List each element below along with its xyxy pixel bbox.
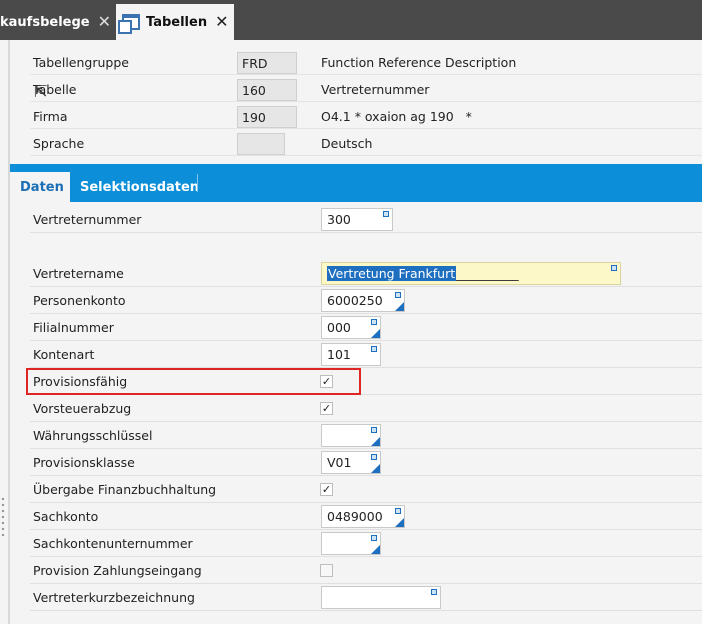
row-provision-zahlungseingang: Provision Zahlungseingang	[30, 557, 702, 584]
row-vertretername: Vertretername Vertretung Frankfurt______…	[30, 260, 702, 287]
tab-label: Selektionsdaten	[80, 179, 200, 195]
field-fill: __________	[456, 266, 519, 281]
row-filialnummer: Filialnummer 000	[30, 314, 702, 341]
sprache-description: Deutsch	[321, 136, 373, 151]
tabelle-value: 160	[237, 79, 297, 101]
provisionsfaehig-checkbox[interactable]: ✓	[320, 375, 333, 388]
row-provisionsfaehig: Provisionsfähig ✓	[30, 368, 702, 395]
close-icon[interactable]: ✕	[98, 14, 111, 30]
close-icon[interactable]: ✕	[215, 14, 228, 30]
vertretername-input[interactable]: Vertretung Frankfurt__________	[321, 262, 621, 285]
row-sachkonto: Sachkonto 0489000	[30, 503, 702, 530]
field-label: Sprache	[33, 136, 85, 151]
field-label: Vertreterkurzbezeichnung	[33, 590, 195, 605]
row-uebergabe-finanzbuchhaltung: Übergabe Finanzbuchhaltung ✓	[30, 476, 702, 503]
lookup-corner-icon[interactable]	[371, 329, 380, 338]
header-row-tabelle: Tabelle 160 Vertreternummer	[30, 75, 702, 102]
sprache-value	[237, 133, 285, 155]
lookup-corner-icon[interactable]	[371, 545, 380, 554]
provision-zahlungseingang-checkbox[interactable]	[320, 564, 333, 577]
field-label: Firma	[33, 109, 68, 124]
field-label: Tabellengruppe	[33, 55, 129, 70]
tab-label: kaufsbelege	[0, 14, 90, 30]
provisionsklasse-input[interactable]: V01	[321, 451, 381, 474]
uebergabe-checkbox[interactable]: ✓	[320, 483, 333, 496]
tab-kaufsbelege[interactable]: kaufsbelege ✕	[0, 4, 112, 40]
vertreterkurzbezeichnung-input[interactable]	[321, 586, 441, 609]
sachkonto-input[interactable]: 0489000	[321, 505, 405, 528]
row-sachkontenunternummer: Sachkontenunternummer	[30, 530, 702, 557]
field-label: Währungsschlüssel	[33, 428, 153, 443]
field-marker-icon	[611, 265, 617, 271]
row-vertreterkurzbezeichnung: Vertreterkurzbezeichnung	[30, 584, 702, 611]
lookup-corner-icon[interactable]	[395, 302, 404, 311]
field-label: Sachkontenunternummer	[33, 536, 193, 551]
field-marker-icon	[395, 292, 401, 298]
field-value: 6000250	[327, 293, 383, 308]
firma-description: O4.1 * oxaion ag 190 *	[321, 109, 472, 124]
field-label: Filialnummer	[33, 320, 114, 335]
field-value: 300	[327, 212, 351, 227]
field-label: Kontenart	[33, 347, 95, 362]
document-tab-strip: kaufsbelege ✕ Tabellen ✕	[0, 0, 702, 40]
field-value: V01	[327, 455, 352, 470]
tabellengruppe-description: Function Reference Description	[321, 55, 517, 70]
field-value: 101	[327, 347, 351, 362]
header-row-firma: Firma 190 O4.1 * oxaion ag 190 *	[30, 102, 702, 129]
mouse-cursor-icon: ⇱	[34, 82, 48, 101]
left-border	[8, 40, 10, 624]
row-vorsteuerabzug: Vorsteuerabzug ✓	[30, 395, 702, 422]
resize-grip-icon[interactable]	[0, 496, 6, 536]
field-label: Übergabe Finanzbuchhaltung	[33, 482, 217, 497]
waehrungsschluessel-input[interactable]	[321, 424, 381, 447]
kontenart-input[interactable]: 101	[321, 343, 381, 366]
table-window-icon	[118, 14, 140, 34]
field-value: 000	[327, 320, 351, 335]
field-marker-icon	[371, 427, 377, 433]
field-marker-icon	[395, 508, 401, 514]
row-personenkonto: Personenkonto 6000250	[30, 287, 702, 314]
field-label: Vertretername	[33, 266, 124, 281]
field-label: Vorsteuerabzug	[33, 401, 132, 416]
lookup-corner-icon[interactable]	[371, 437, 380, 446]
vertreternummer-input[interactable]: 300	[321, 208, 393, 231]
tab-label: Daten	[20, 179, 64, 195]
vorsteuerabzug-checkbox[interactable]: ✓	[320, 402, 333, 415]
row-spacer	[30, 233, 702, 260]
field-marker-icon	[371, 319, 377, 325]
lookup-corner-icon[interactable]	[371, 464, 380, 473]
row-waehrungsschluessel: Währungsschlüssel	[30, 422, 702, 449]
field-marker-icon	[431, 589, 437, 595]
row-provisionsklasse: Provisionsklasse V01	[30, 449, 702, 476]
field-value: 0489000	[327, 509, 383, 524]
firma-value: 190	[237, 106, 297, 128]
row-kontenart: Kontenart 101	[30, 341, 702, 368]
header-row-tabellengruppe: Tabellengruppe FRD Function Reference De…	[30, 48, 702, 75]
field-label: Sachkonto	[33, 509, 99, 524]
personenkonto-input[interactable]: 6000250	[321, 289, 405, 312]
sachkontenunternummer-input[interactable]	[321, 532, 381, 555]
selected-text: Vertretung Frankfurt	[327, 266, 457, 281]
tab-selektionsdaten[interactable]: Selektionsdaten	[70, 172, 209, 202]
row-vertreternummer: Vertreternummer 300	[30, 206, 702, 233]
header-row-sprache: Sprache Deutsch	[30, 129, 702, 156]
field-label: Provisionsfähig	[33, 374, 128, 389]
subtab-bar: Daten Selektionsdaten	[10, 164, 702, 202]
field-marker-icon	[371, 535, 377, 541]
field-label: Provisionsklasse	[33, 455, 135, 470]
tab-daten[interactable]: Daten	[10, 172, 70, 202]
filialnummer-input[interactable]: 000	[321, 316, 381, 339]
tabellengruppe-value: FRD	[237, 52, 297, 74]
field-marker-icon	[371, 454, 377, 460]
lookup-corner-icon[interactable]	[395, 518, 404, 527]
field-label: Provision Zahlungseingang	[33, 563, 202, 578]
field-marker-icon	[371, 346, 377, 352]
tabelle-description: Vertreternummer	[321, 82, 430, 97]
tab-divider	[197, 174, 198, 192]
field-marker-icon	[383, 211, 389, 217]
tab-label: Tabellen	[146, 14, 208, 30]
tab-tabellen[interactable]: Tabellen ✕	[116, 4, 234, 40]
field-label: Vertreternummer	[33, 212, 142, 227]
field-label: Personenkonto	[33, 293, 126, 308]
